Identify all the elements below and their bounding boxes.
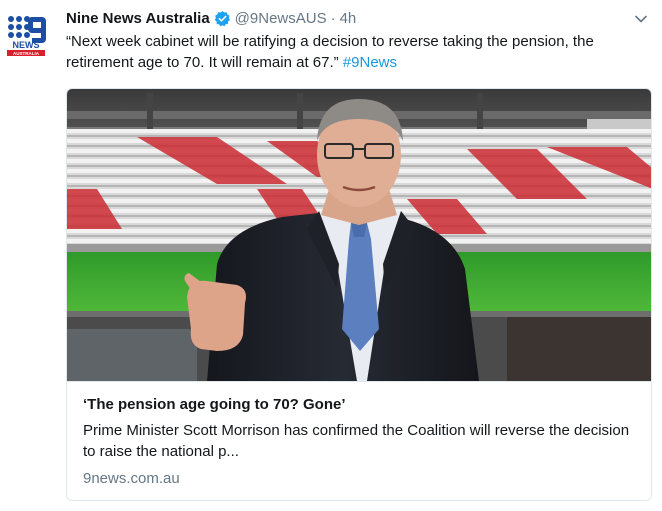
handle[interactable]: @9NewsAUS [235, 10, 327, 27]
chevron-down-icon[interactable] [634, 12, 648, 26]
timestamp[interactable]: 4h [340, 10, 357, 27]
card-title[interactable]: ‘The pension age going to 70? Gone’ [83, 396, 346, 413]
tweet-text-body: “Next week cabinet will be ratifying a d… [66, 33, 594, 71]
card-body[interactable]: ‘The pension age going to 70? Gone’ Prim… [67, 381, 651, 500]
card-domain[interactable]: 9news.com.au [83, 470, 180, 487]
tweet[interactable]: NEWS AUSTRALIA Nine News Australia @9New… [0, 0, 662, 511]
card-image[interactable] [67, 89, 652, 381]
verified-badge-icon [214, 10, 230, 26]
avatar[interactable]: NEWS AUSTRALIA [6, 14, 46, 56]
tweet-header: Nine News Australia @9NewsAUS · 4h [66, 7, 356, 29]
hashtag-link[interactable]: #9News [343, 54, 397, 71]
tweet-text: “Next week cabinet will be ratifying a d… [66, 31, 652, 73]
link-card[interactable]: ‘The pension age going to 70? Gone’ Prim… [66, 88, 652, 501]
card-description: Prime Minister Scott Morrison has confir… [83, 422, 630, 460]
separator-dot: · [330, 9, 336, 27]
avatar-logo-subtext: AUSTRALIA [13, 51, 40, 56]
display-name[interactable]: Nine News Australia [66, 10, 210, 27]
avatar-logo-text: NEWS [13, 40, 40, 50]
